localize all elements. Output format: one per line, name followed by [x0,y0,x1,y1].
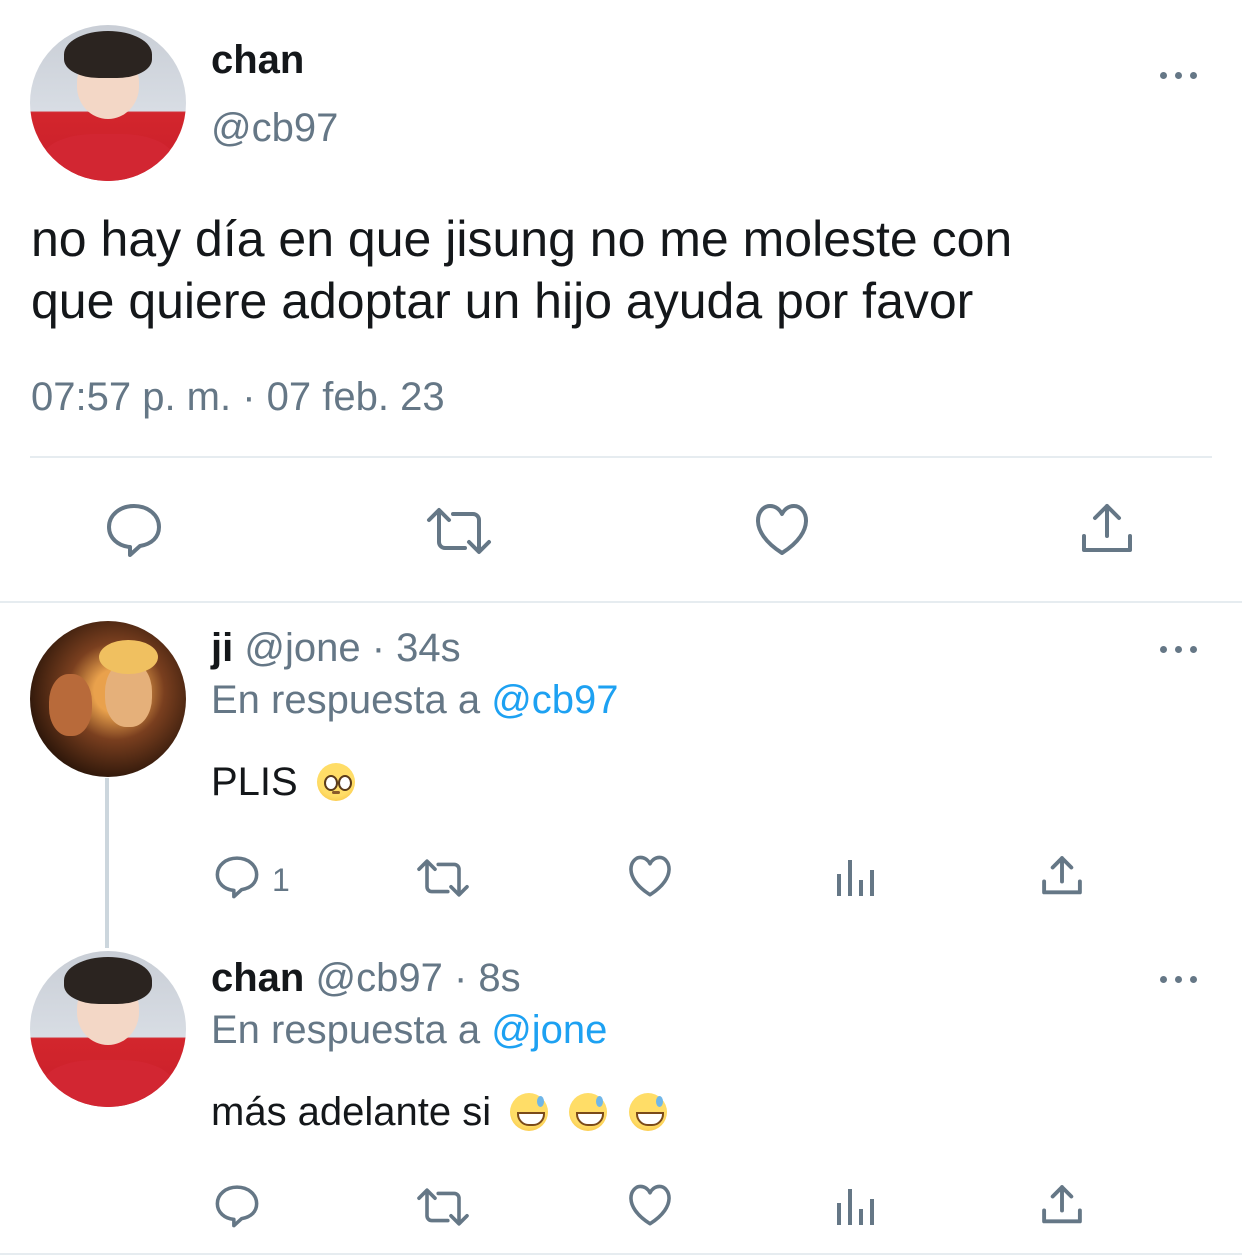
display-name[interactable]: ji [211,626,233,670]
analytics-icon[interactable] [836,1187,876,1225]
divider [0,601,1242,603]
reply-text: más adelante si [211,1090,667,1135]
reply-icon[interactable] [105,502,163,558]
tweet-text-line2: que quiere adoptar un hijo ayuda por fav… [31,273,974,329]
divider [30,456,1212,458]
share-icon[interactable] [1041,855,1083,897]
more-icon[interactable] [1160,972,1200,986]
handle[interactable]: @cb97 [315,956,442,1000]
divider [0,1253,1242,1255]
handle[interactable]: @cb97 [211,106,338,151]
thread-line [105,778,109,948]
grinning-sweat-emoji [569,1093,608,1131]
reply-time[interactable]: · 34s [372,626,461,670]
reply-prefix: En respuesta a [211,1008,481,1052]
reply-context: En respuesta a @cb97 [211,678,619,723]
share-icon[interactable] [1080,502,1134,556]
heart-icon[interactable] [753,503,811,557]
reply-time[interactable]: · 8s [454,956,521,1000]
more-icon[interactable] [1160,68,1200,82]
display-name[interactable]: chan [211,38,304,83]
analytics-icon[interactable] [836,858,876,896]
avatar[interactable] [30,621,186,777]
avatar[interactable] [30,25,186,181]
reply-prefix: En respuesta a [211,678,481,722]
display-name[interactable]: chan [211,956,304,1000]
heart-icon[interactable] [627,855,673,898]
share-icon[interactable] [1041,1184,1083,1226]
retweet-icon[interactable] [425,506,493,556]
reply-header: ji @jone · 34s [211,626,461,671]
more-icon[interactable] [1160,642,1200,656]
mention-link[interactable]: @jone [491,1008,607,1052]
reply-text-content: PLIS [211,760,298,804]
reply-icon[interactable] [214,1184,260,1228]
retweet-icon[interactable] [415,1187,471,1227]
grinning-sweat-emoji [628,1093,667,1131]
reply-context: En respuesta a @jone [211,1008,607,1053]
timestamp[interactable]: 07:57 p. m. · 07 feb. 23 [31,375,445,420]
reply-header: chan @cb97 · 8s [211,956,521,1001]
mention-link[interactable]: @cb97 [491,678,618,722]
handle[interactable]: @jone [244,626,360,670]
retweet-icon[interactable] [415,858,471,898]
pleading-face-emoji [316,763,355,801]
reply-text: PLIS [211,760,355,805]
tweet-text-line1: no hay día en que jisung no me moleste c… [31,211,1013,267]
grinning-sweat-emoji [510,1093,549,1131]
avatar[interactable] [30,951,186,1107]
reply-icon[interactable] [214,855,260,899]
reply-text-content: más adelante si [211,1090,492,1134]
heart-icon[interactable] [627,1184,673,1227]
reply-count: 1 [272,862,290,898]
